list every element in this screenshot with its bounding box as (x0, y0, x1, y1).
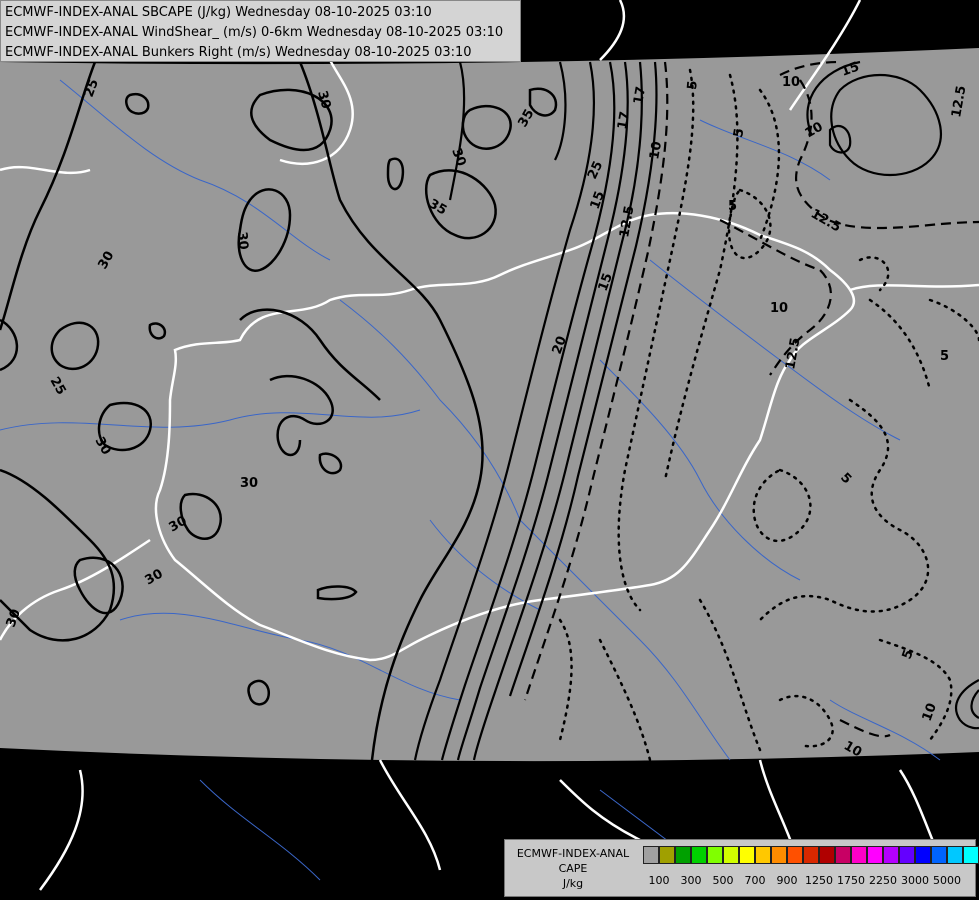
legend-swatch (787, 846, 803, 864)
legend-swatch (835, 846, 851, 864)
legend-color-scale (643, 846, 979, 864)
legend-swatch (963, 846, 979, 864)
legend-tick-label: 2250 (869, 874, 897, 887)
legend-tick-label: 5000 (933, 874, 961, 887)
contour-label: 5 (728, 199, 737, 214)
contour-label: 17 (631, 85, 649, 105)
legend-units: J/kg (562, 877, 584, 890)
legend-variable: CAPE (558, 862, 588, 875)
legend-tick-label: 1250 (805, 874, 833, 887)
legend-swatch (675, 846, 691, 864)
legend-swatch (851, 846, 867, 864)
legend-title: ECMWF-INDEX-ANAL CAPE J/kg (507, 846, 639, 891)
legend-swatch (707, 846, 723, 864)
contour-label: 30 (240, 476, 258, 491)
legend-tick-label: 300 (680, 874, 702, 887)
contour-label: 10 (647, 140, 665, 160)
legend-swatch (803, 846, 819, 864)
legend-model-name: ECMWF-INDEX-ANAL (516, 847, 630, 860)
contour-label: 10 (770, 301, 788, 316)
legend-swatch (931, 846, 947, 864)
legend-swatch (899, 846, 915, 864)
header-line-bunkers: ECMWF-INDEX-ANAL Bunkers Right (m/s) Wed… (5, 45, 472, 60)
legend-tick-label: 3000 (901, 874, 929, 887)
legend-tick-label: 100 (648, 874, 670, 887)
weather-map: 25 30 30 30 35 35 30 30 25 30 30 30 30 2… (0, 0, 979, 900)
legend-tick-labels: 100 300 500 700 900 1250 1750 2250 3000 5000 (643, 874, 973, 890)
legend-tick-label: 1750 (837, 874, 865, 887)
legend-swatch (739, 846, 755, 864)
legend-swatch (915, 846, 931, 864)
header-line-windshear: ECMWF-INDEX-ANAL WindShear_ (m/s) 0-6km … (5, 25, 504, 40)
legend-swatch (947, 846, 963, 864)
contour-label: 5 (685, 80, 701, 90)
legend-tick-label: 700 (744, 874, 766, 887)
legend-tick-label: 500 (712, 874, 734, 887)
header-line-sbcape: ECMWF-INDEX-ANAL SBCAPE (J/kg) Wednesday… (5, 5, 432, 20)
contour-label: 5 (940, 349, 949, 364)
legend-swatch (771, 846, 787, 864)
contour-label: 17 (615, 110, 633, 130)
legend-swatch (883, 846, 899, 864)
legend-swatch (723, 846, 739, 864)
legend-swatch (819, 846, 835, 864)
contour-label: 10 (782, 75, 800, 90)
legend-swatch (643, 846, 659, 864)
legend-swatch (755, 846, 771, 864)
legend-swatch (691, 846, 707, 864)
contour-label: 30 (234, 231, 251, 250)
legend-swatch (867, 846, 883, 864)
legend-swatch (659, 846, 675, 864)
legend-tick-label: 900 (776, 874, 798, 887)
data-domain (0, 48, 979, 762)
map-header: ECMWF-INDEX-ANAL SBCAPE (J/kg) Wednesday… (0, 0, 521, 62)
cape-legend: ECMWF-INDEX-ANAL CAPE J/kg 100 300 500 700 9… (504, 839, 979, 897)
